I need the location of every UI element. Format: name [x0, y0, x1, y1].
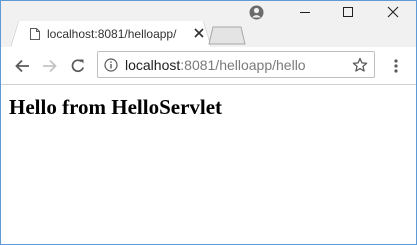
- more-menu-icon[interactable]: [391, 58, 401, 74]
- url-text[interactable]: localhost:8081/helloapp/hello: [125, 57, 306, 73]
- tab-title: localhost:8081/helloapp/: [47, 27, 177, 41]
- url-host: localhost: [125, 57, 181, 73]
- bookmark-star-icon[interactable]: [352, 57, 368, 73]
- page-content: Hello from HelloServlet: [1, 85, 416, 244]
- minimize-icon[interactable]: [299, 6, 311, 18]
- profile-icon[interactable]: [249, 5, 264, 20]
- url-path: :8081/helloapp/hello: [180, 57, 306, 73]
- new-tab-button[interactable]: [208, 26, 246, 45]
- document-icon: [30, 28, 40, 40]
- back-arrow-icon[interactable]: [14, 58, 30, 74]
- address-bar[interactable]: localhost:8081/helloapp/hello: [97, 51, 375, 78]
- maximize-icon[interactable]: [342, 6, 354, 18]
- forward-arrow-icon[interactable]: [42, 58, 58, 74]
- browser-toolbar: localhost:8081/helloapp/hello: [1, 47, 416, 85]
- close-window-icon[interactable]: [387, 6, 399, 18]
- reload-icon[interactable]: [70, 58, 86, 74]
- tab-strip: localhost:8081/helloapp/: [1, 1, 416, 47]
- site-info-icon[interactable]: [104, 58, 118, 72]
- page-heading: Hello from HelloServlet: [9, 95, 223, 119]
- browser-window: localhost:8081/helloapp/ localhost:8081/…: [0, 0, 417, 245]
- tab-close-icon[interactable]: [193, 27, 205, 39]
